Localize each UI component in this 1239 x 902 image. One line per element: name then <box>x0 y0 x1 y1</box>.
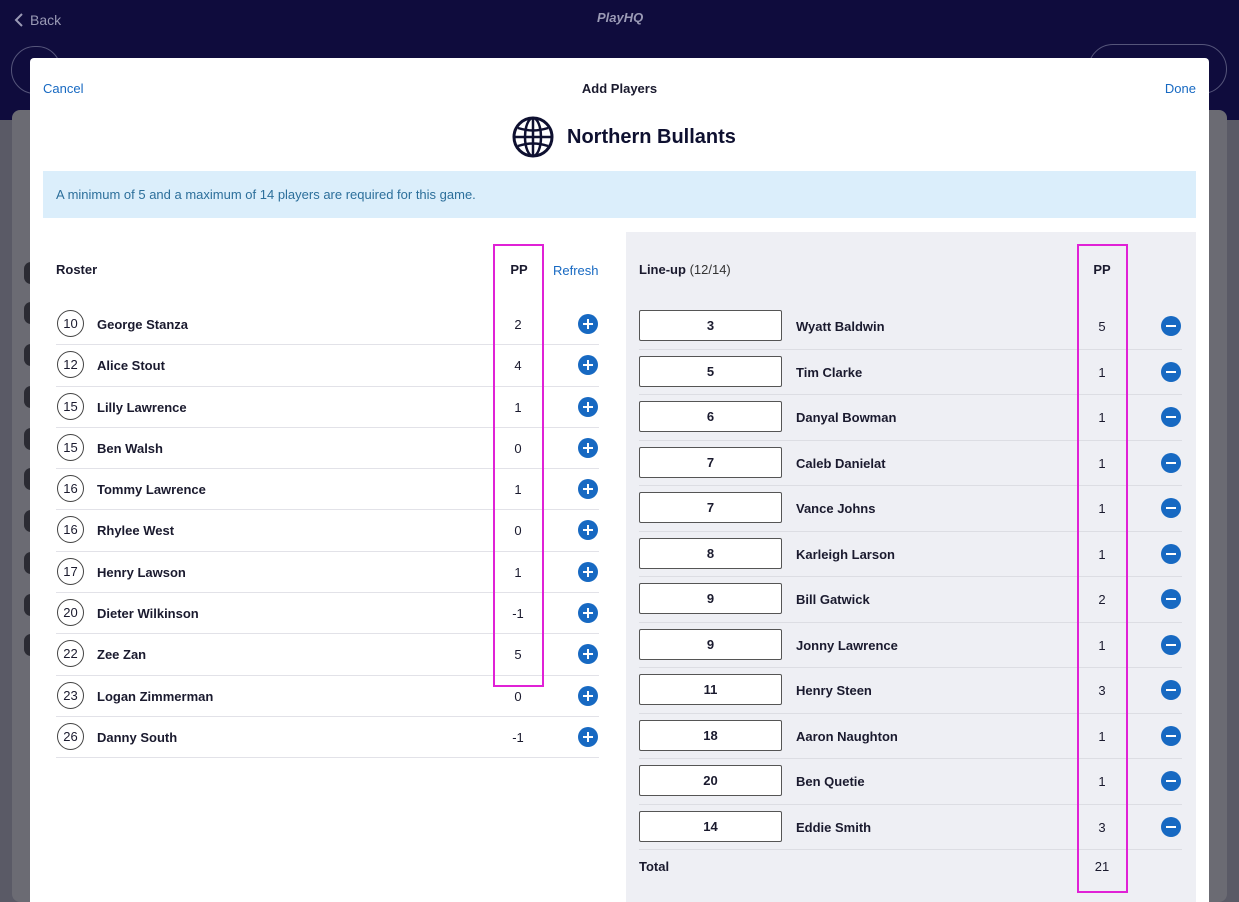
pp-highlight-box <box>1077 244 1128 893</box>
player-name: Lilly Lawrence <box>97 399 187 415</box>
jersey-number-field[interactable]: 3 <box>639 310 782 341</box>
minus-circle-icon[interactable] <box>1161 725 1181 746</box>
jersey-number-field[interactable]: 9 <box>639 583 782 614</box>
player-name: Karleigh Larson <box>796 546 895 562</box>
player-name: Rhylee West <box>97 523 175 539</box>
minus-circle-icon[interactable] <box>1161 316 1181 336</box>
modal-title: Add Players <box>581 81 658 96</box>
player-name: Bill Gatwick <box>796 592 870 607</box>
playhq-logo: PlayHQ <box>597 10 644 25</box>
plus-circle-icon[interactable] <box>578 437 598 458</box>
minus-circle-icon[interactable] <box>1161 771 1181 791</box>
minus-circle-icon[interactable] <box>1161 361 1181 382</box>
player-number-badge: 12 <box>57 351 84 379</box>
player-name: Tommy Lawrence <box>97 482 206 498</box>
team-name: Northern Bullants <box>567 125 736 148</box>
player-pp: -1 <box>512 729 524 745</box>
jersey-number-field[interactable]: 5 <box>639 355 782 387</box>
player-name: Ben Quetie <box>796 774 865 789</box>
plus-circle-icon[interactable] <box>578 355 598 376</box>
player-number-badge: 22 <box>57 640 84 668</box>
jersey-number-field[interactable]: 11 <box>639 674 782 705</box>
pp-highlight-box <box>493 244 544 687</box>
player-number-badge: 23 <box>57 681 84 709</box>
jersey-number-field[interactable]: 6 <box>639 401 782 432</box>
player-name: Danny South <box>97 729 178 745</box>
player-name: Dieter Wilkinson <box>97 606 199 622</box>
jersey-number-field[interactable]: 7 <box>639 492 782 523</box>
lineup-count: (12/14) <box>689 262 731 277</box>
globe-icon <box>512 116 554 158</box>
jersey-number-field[interactable]: 18 <box>639 719 782 751</box>
plus-circle-icon[interactable] <box>578 520 598 541</box>
player-name: Danyal Bowman <box>796 410 897 425</box>
plus-circle-icon[interactable] <box>578 561 598 582</box>
player-number-badge: 15 <box>57 433 84 461</box>
minus-circle-icon[interactable] <box>1161 407 1181 427</box>
roster-row: 26 Danny South -1 <box>56 717 599 759</box>
player-name: Wyatt Baldwin <box>796 319 885 334</box>
plus-circle-icon[interactable] <box>578 603 598 624</box>
plus-circle-icon[interactable] <box>578 396 598 417</box>
minus-circle-icon[interactable] <box>1161 498 1181 518</box>
jersey-number-field[interactable]: 20 <box>639 765 782 796</box>
player-number-badge: 16 <box>57 475 84 503</box>
plus-circle-icon[interactable] <box>578 479 598 500</box>
player-name: Eddie Smith <box>796 819 872 835</box>
minus-circle-icon[interactable] <box>1161 816 1181 837</box>
jersey-number-field[interactable]: 8 <box>639 537 782 569</box>
minus-circle-icon[interactable] <box>1161 634 1181 655</box>
player-number-badge: 15 <box>57 392 84 420</box>
minus-circle-icon[interactable] <box>1161 680 1181 700</box>
player-name: Henry Lawson <box>97 564 186 580</box>
back-label: Back <box>30 12 62 28</box>
minus-circle-icon[interactable] <box>1161 589 1181 609</box>
lineup-title: Line-up (12/14) <box>639 262 731 277</box>
player-number-badge: 17 <box>57 557 84 585</box>
player-name: Logan Zimmerman <box>97 688 214 704</box>
roster-title: Roster <box>56 262 98 277</box>
done-button[interactable]: Done <box>1165 81 1196 96</box>
player-name: Alice Stout <box>97 358 165 374</box>
player-name: Zee Zan <box>97 647 147 663</box>
plus-circle-icon[interactable] <box>578 644 598 665</box>
player-name: Caleb Danielat <box>796 455 886 471</box>
jersey-number-field[interactable]: 14 <box>639 810 782 842</box>
player-name: Aaron Naughton <box>796 728 898 744</box>
jersey-number-field[interactable]: 9 <box>639 628 782 660</box>
plus-circle-icon[interactable] <box>578 314 598 334</box>
minus-circle-icon[interactable] <box>1161 452 1181 473</box>
refresh-button[interactable]: Refresh <box>553 263 599 278</box>
player-number-badge: 16 <box>57 516 84 544</box>
player-name: Vance Johns <box>796 501 876 516</box>
player-name: George Stanza <box>97 317 189 332</box>
player-number-badge: 10 <box>57 310 84 337</box>
add-players-modal: Add Players Cancel Done Northern Bullant… <box>30 58 1209 902</box>
player-number-badge: 20 <box>57 599 84 627</box>
chevron-left-icon <box>14 13 23 27</box>
plus-circle-icon[interactable] <box>578 685 598 706</box>
player-name: Tim Clarke <box>796 364 863 380</box>
lineup-title-label: Line-up <box>639 262 686 277</box>
jersey-number-field[interactable]: 7 <box>639 446 782 478</box>
player-name: Henry Steen <box>796 683 872 698</box>
info-banner: A minimum of 5 and a maximum of 14 playe… <box>43 171 1196 218</box>
player-name: Ben Walsh <box>97 440 163 456</box>
player-pp: 0 <box>514 688 522 704</box>
team-header: Northern Bullants <box>512 116 736 158</box>
player-name: Jonny Lawrence <box>796 637 898 653</box>
player-number-badge: 26 <box>57 722 84 750</box>
minus-circle-icon[interactable] <box>1161 543 1181 564</box>
plus-circle-icon[interactable] <box>578 726 598 747</box>
total-label: Total <box>639 859 670 874</box>
back-button[interactable]: Back <box>14 12 61 28</box>
cancel-button[interactable]: Cancel <box>43 81 83 96</box>
